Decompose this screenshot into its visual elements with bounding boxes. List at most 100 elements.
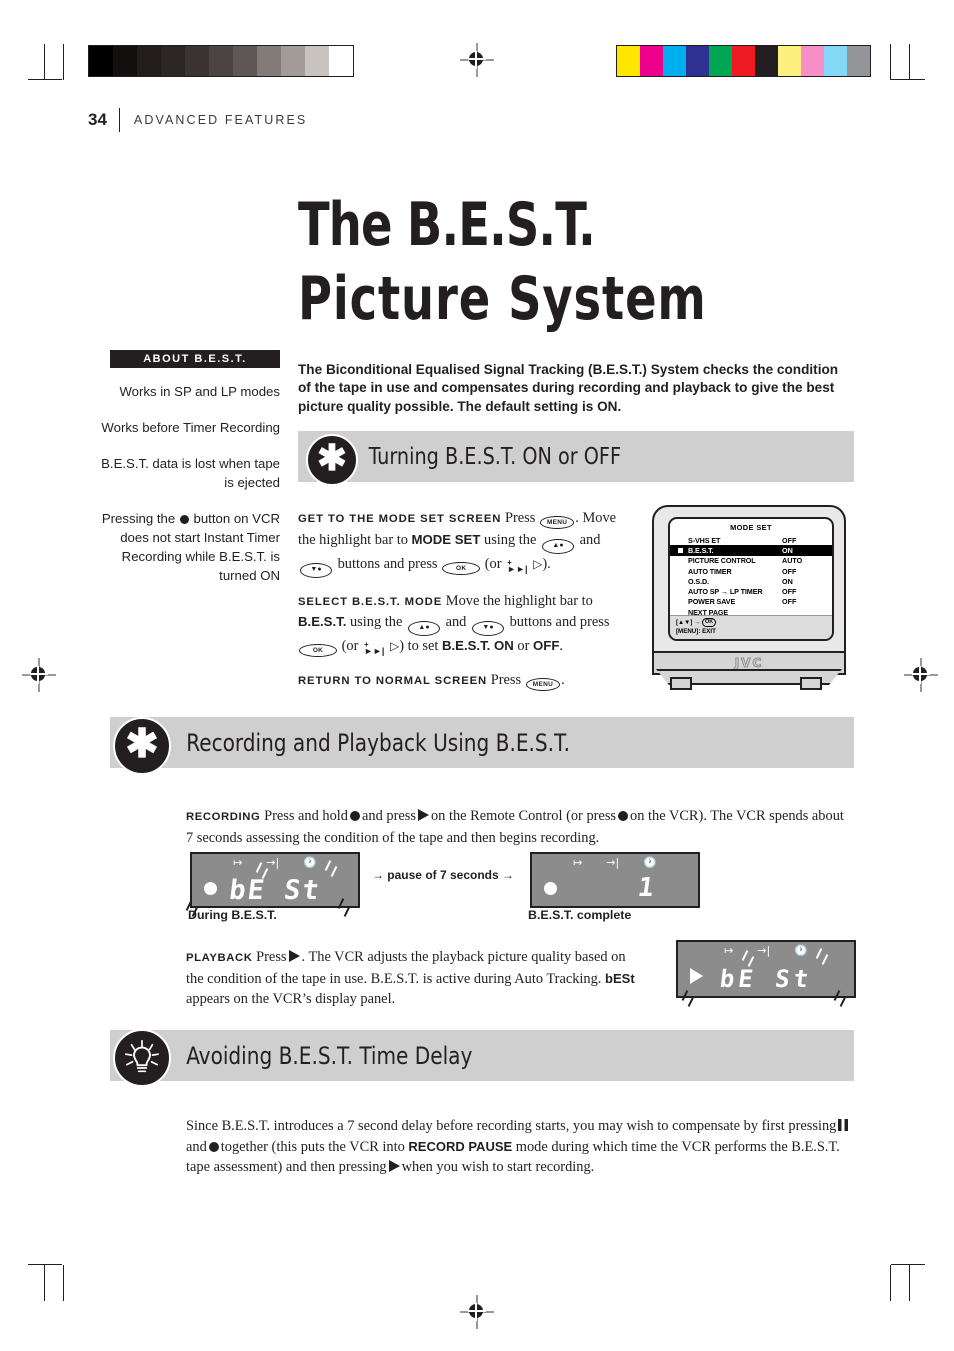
tv-leg-left	[670, 677, 692, 690]
sidebar-note-2: B.E.S.T. data is lost when tape is eject…	[101, 456, 280, 490]
osd-row-label: AUTO SP → LP TIMER	[688, 587, 763, 597]
vcr-display-best-complete: ↦ →| 🕐 1	[530, 852, 700, 908]
tv-screen: MODE SET S-VHS ET OFF B.E.S.T. ON PICTURE CO…	[668, 517, 834, 641]
grey-swatch-6	[233, 46, 257, 76]
vcr-display-playback: ↦ →| 🕐 bE St	[676, 940, 856, 1007]
osd-footer-line1: [▲▼] → OK	[676, 618, 832, 628]
crop-mark-br-v2	[909, 1265, 910, 1301]
sidebar-note-1: Works before Timer Recording	[101, 420, 280, 435]
osd-row-value: OFF	[782, 566, 797, 576]
tv-leg-right	[800, 677, 822, 690]
section-banner-recording: Recording and Playback Using B.E.S.T.	[110, 717, 854, 768]
osd-footer-line2: [MENU]: EXIT	[676, 627, 716, 635]
color-swatch-3	[686, 46, 709, 76]
crop-mark-bl-v2	[63, 1265, 64, 1301]
osd-row-label: AUTO TIMER	[688, 566, 732, 576]
caption-best-complete: B.E.S.T. complete	[528, 908, 632, 922]
grey-swatch-10	[329, 46, 353, 76]
color-swatch-4	[709, 46, 732, 76]
record-dot-icon-3	[618, 811, 629, 822]
osd-row-value: OFF	[782, 597, 797, 607]
registration-mark-right	[904, 658, 938, 692]
crop-mark-tr-h	[891, 79, 925, 80]
jvc-logo: JVC	[734, 656, 764, 671]
play-triangle-icon	[417, 809, 429, 822]
osd-row-list: S-VHS ET OFF B.E.S.T. ON PICTURE CONTROL AUTO…	[670, 535, 832, 617]
tv-illustration: MODE SET S-VHS ET OFF B.E.S.T. ON PICTURE CO…	[648, 505, 848, 690]
clock-icon-2: 🕐	[643, 856, 657, 869]
sidebar-note-3: Pressing the button on VCR does not star…	[101, 511, 280, 583]
crop-mark-bl-v	[44, 1265, 45, 1301]
osd-row-auto-sp-lp-timer[interactable]: AUTO SP → LP TIMER OFF	[670, 586, 832, 596]
color-swatch-1	[640, 46, 663, 76]
tape-end-icon: →|	[266, 856, 280, 869]
tape-start-icon: ↦	[233, 856, 243, 869]
crop-mark-tr-v2	[909, 44, 910, 80]
step-select-best-mode: SELECT B.E.S.T. MODE Move the highlight …	[298, 592, 610, 657]
section-title-recording: Recording and Playback Using B.E.S.T.	[186, 728, 571, 757]
osd-row-power-save[interactable]: POWER SAVE OFF	[670, 597, 832, 607]
down-button-glyph-2: ▼●	[471, 621, 504, 636]
osd-footer: [▲▼] → OK [MENU]: EXIT	[670, 615, 832, 639]
record-dot-icon-2	[350, 811, 361, 822]
osd-row-value: OFF	[782, 535, 797, 545]
intro-paragraph: The Biconditional Equalised Signal Track…	[298, 361, 839, 414]
page-title-line2: Picture System	[298, 264, 707, 335]
osd-row-label: POWER SAVE	[688, 597, 736, 607]
menu-button-glyph-2: MENU	[525, 678, 561, 691]
right-arrow-glyph-2: ▷	[389, 639, 400, 653]
skip-forward-button-glyph: + ►►|	[507, 557, 528, 574]
lcd-text-during: bE St	[227, 875, 323, 906]
tape-start-icon-3: ↦	[724, 944, 734, 957]
recording-paragraph: RECORDING Press and hold and press on the …	[186, 808, 844, 846]
osd-row-picture-control[interactable]: PICTURE CONTROL AUTO	[670, 556, 832, 566]
color-swatch-5	[732, 46, 755, 76]
sidebar-notes: Works in SP and LP modes Works before Ti…	[88, 382, 280, 602]
grey-swatch-2	[137, 46, 161, 76]
osd-row-b-e-s-t[interactable]: B.E.S.T. ON	[670, 545, 832, 556]
section-banner-turning: Turning B.E.S.T. ON or OFF	[298, 431, 854, 482]
grey-swatch-4	[185, 46, 209, 76]
osd-row-label: B.E.S.T.	[688, 545, 714, 555]
page-title-line1: The B.E.S.T.	[298, 190, 596, 261]
asterisk-badge-icon-2: ✱	[113, 717, 171, 775]
clock-icon-3: 🕐	[794, 944, 808, 957]
osd-row-auto-timer[interactable]: AUTO TIMER OFF	[670, 566, 832, 576]
page-number: 34	[88, 110, 107, 129]
osd-row-o-s-d[interactable]: O.S.D. ON	[670, 576, 832, 586]
tape-end-icon-2: →|	[606, 856, 620, 869]
osd-row-value: AUTO	[782, 556, 803, 566]
grey-swatch-7	[257, 46, 281, 76]
menu-button-glyph: MENU	[539, 516, 575, 529]
record-dot-icon-4	[208, 1141, 219, 1152]
up-button-glyph: ▲●	[542, 538, 574, 554]
crop-mark-tl-v2	[63, 44, 64, 80]
ok-button-glyph-2: OK	[299, 644, 337, 657]
color-swatch-0	[617, 46, 640, 76]
color-swatch-2	[663, 46, 686, 76]
color-swatch-7	[778, 46, 801, 76]
registration-mark-left	[22, 658, 56, 692]
osd-selection-cursor-icon	[677, 546, 684, 554]
osd-row-label: O.S.D.	[688, 576, 709, 586]
section-name: ADVANCED FEATURES	[133, 113, 308, 127]
skip-forward-button-glyph-2: + ►►|	[364, 640, 385, 656]
osd-row-label: S-VHS ET	[688, 535, 721, 545]
caption-during-best: During B.E.S.T.	[188, 908, 277, 922]
osd-row-value: OFF	[782, 587, 797, 597]
osd-row-s-vhs-et[interactable]: S-VHS ET OFF	[670, 535, 832, 545]
pause-bars-icon	[838, 1119, 849, 1132]
crop-mark-tl-h	[28, 79, 62, 80]
sidebar-note-0: Works in SP and LP modes	[119, 384, 280, 399]
step-get-to-mode-set: GET TO THE MODE SET SCREEN Press MENU. M…	[298, 508, 628, 578]
grey-swatch-0	[89, 46, 113, 76]
tape-start-icon-2: ↦	[573, 856, 583, 869]
greyscale-calibration-bar	[88, 45, 354, 77]
down-button-glyph: ▼●	[300, 562, 332, 578]
lightbulb-badge-icon	[113, 1029, 171, 1087]
clock-icon: 🕐	[303, 856, 317, 869]
running-head: 34 ADVANCED FEATURES	[88, 107, 307, 133]
color-calibration-bar	[616, 45, 871, 77]
right-arrow-glyph: ▷	[533, 556, 543, 571]
osd-menu: MODE SET S-VHS ET OFF B.E.S.T. ON PICTURE CO…	[670, 519, 832, 639]
